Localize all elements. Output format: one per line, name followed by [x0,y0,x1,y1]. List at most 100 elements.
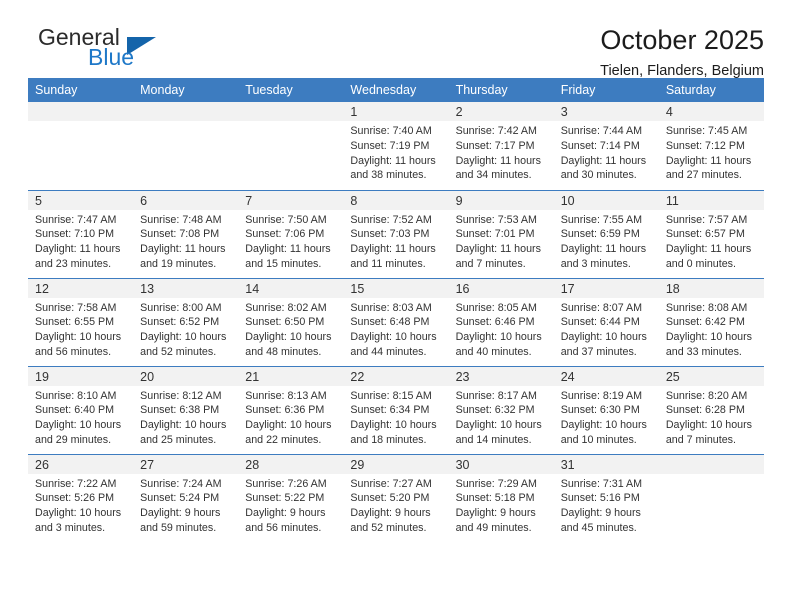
calendar-day-cell[interactable]: 15 Sunrise: 8:03 AM Sunset: 6:48 PM Dayligh… [343,277,449,366]
calendar-day-cell[interactable]: 22 Sunrise: 8:15 AM Sunset: 6:34 PM Dayligh… [343,365,449,454]
sunset-text: Sunset: 5:20 PM [350,492,430,505]
daylight-text: Daylight: 9 hours and 49 minutes. [455,507,536,534]
sunset-text: Sunset: 7:01 PM [455,228,535,241]
day-number: 8 [343,190,449,210]
sunset-text: Sunset: 7:12 PM [665,139,745,152]
sunrise-text: Sunrise: 7:47 AM [35,213,117,226]
day-sun-info: Sunrise: 7:44 AM Sunset: 7:14 PM Daylight:… [554,121,659,183]
day-number: 19 [28,366,134,386]
calendar-week-row: 19 Sunrise: 8:10 AM Sunset: 6:40 PM Dayligh… [28,365,764,454]
calendar-day-cell[interactable]: 29 Sunrise: 7:27 AM Sunset: 5:20 PM Dayligh… [343,453,449,542]
day-sun-info: Sunrise: 8:08 AM Sunset: 6:42 PM Daylight:… [659,298,764,360]
weekday-header-thursday: Thursday [448,78,554,102]
calendar-day-cell-empty [28,102,134,190]
page-header: General Blue October 2025 Tielen, Flande… [28,0,764,80]
day-sun-info: Sunrise: 7:48 AM Sunset: 7:08 PM Daylight:… [133,210,238,272]
calendar-day-cell[interactable]: 27 Sunrise: 7:24 AM Sunset: 5:24 PM Dayligh… [133,453,239,542]
calendar-day-cell[interactable]: 12 Sunrise: 7:58 AM Sunset: 6:55 PM Dayligh… [28,277,134,366]
day-sun-info: Sunrise: 7:55 AM Sunset: 6:59 PM Daylight:… [554,210,659,272]
day-sun-info: Sunrise: 8:17 AM Sunset: 6:32 PM Daylight:… [449,386,554,448]
day-number: 9 [448,190,554,210]
calendar-day-cell[interactable]: 23 Sunrise: 8:17 AM Sunset: 6:32 PM Dayligh… [448,365,554,454]
day-sun-info: Sunrise: 8:15 AM Sunset: 6:34 PM Daylight:… [343,386,448,448]
calendar-day-cell[interactable]: 31 Sunrise: 7:31 AM Sunset: 5:16 PM Dayligh… [553,453,659,542]
day-sun-info: Sunrise: 7:52 AM Sunset: 7:03 PM Daylight:… [343,210,448,272]
day-number: 20 [133,366,239,386]
calendar-day-cell[interactable]: 28 Sunrise: 7:26 AM Sunset: 5:22 PM Dayligh… [238,453,344,542]
day-sun-info: Sunrise: 8:19 AM Sunset: 6:30 PM Daylight:… [554,386,659,448]
page-subtitle: Tielen, Flanders, Belgium [600,63,764,80]
calendar-day-cell[interactable]: 3 Sunrise: 7:44 AM Sunset: 7:14 PM Daylight… [553,102,659,190]
sunrise-text: Sunrise: 7:52 AM [350,213,432,226]
day-number: 21 [238,366,344,386]
day-number [238,102,344,121]
calendar-day-cell[interactable]: 21 Sunrise: 8:13 AM Sunset: 6:36 PM Dayligh… [238,365,344,454]
day-number: 23 [448,366,554,386]
title-block: October 2025 Tielen, Flanders, Belgium [600,26,764,80]
day-number: 10 [553,190,659,210]
sunset-text: Sunset: 6:50 PM [245,316,325,329]
calendar-day-cell[interactable]: 19 Sunrise: 8:10 AM Sunset: 6:40 PM Dayligh… [28,365,134,454]
calendar-day-cell[interactable]: 7 Sunrise: 7:50 AM Sunset: 7:06 PM Daylight… [238,189,344,278]
day-number: 11 [658,190,764,210]
day-sun-info: Sunrise: 8:10 AM Sunset: 6:40 PM Daylight:… [28,386,133,448]
sunset-text: Sunset: 6:48 PM [350,316,430,329]
calendar-day-cell[interactable]: 24 Sunrise: 8:19 AM Sunset: 6:30 PM Dayligh… [553,365,659,454]
daylight-text: Daylight: 10 hours and 14 minutes. [455,419,542,446]
calendar-day-cell[interactable]: 17 Sunrise: 8:07 AM Sunset: 6:44 PM Dayligh… [553,277,659,366]
daylight-text: Daylight: 9 hours and 56 minutes. [245,507,326,534]
day-number: 27 [133,454,239,474]
day-number: 1 [343,102,449,121]
calendar-day-cell[interactable]: 26 Sunrise: 7:22 AM Sunset: 5:26 PM Dayligh… [28,453,134,542]
sunrise-text: Sunrise: 8:02 AM [245,301,327,314]
daylight-text: Daylight: 11 hours and 34 minutes. [455,154,541,182]
sunrise-text: Sunrise: 7:55 AM [560,213,643,226]
calendar-day-cell[interactable]: 25 Sunrise: 8:20 AM Sunset: 6:28 PM Dayligh… [658,365,764,454]
sunset-text: Sunset: 6:36 PM [245,404,325,417]
calendar-day-cell[interactable]: 11 Sunrise: 7:57 AM Sunset: 6:57 PM Dayligh… [658,189,764,278]
day-sun-info: Sunrise: 7:58 AM Sunset: 6:55 PM Daylight:… [28,298,133,360]
sunset-text: Sunset: 5:18 PM [455,492,535,505]
calendar-day-cell-empty [238,102,344,190]
sunset-text: Sunset: 6:32 PM [455,404,535,417]
calendar-day-cell[interactable]: 14 Sunrise: 8:02 AM Sunset: 6:50 PM Dayligh… [238,277,344,366]
daylight-text: Daylight: 10 hours and 10 minutes. [560,419,647,446]
sunrise-text: Sunrise: 7:27 AM [350,477,432,490]
calendar-day-cell[interactable]: 13 Sunrise: 8:00 AM Sunset: 6:52 PM Dayligh… [133,277,239,366]
daylight-text: Daylight: 11 hours and 30 minutes. [560,154,647,182]
sunrise-text: Sunrise: 7:29 AM [455,477,537,490]
calendar-day-cell[interactable]: 5 Sunrise: 7:47 AM Sunset: 7:10 PM Daylight… [28,189,134,278]
daylight-text: Daylight: 11 hours and 0 minutes. [665,243,752,270]
calendar-day-cell[interactable]: 8 Sunrise: 7:52 AM Sunset: 7:03 PM Daylight… [343,189,449,278]
sunrise-text: Sunrise: 7:50 AM [245,213,327,226]
day-number [658,454,764,474]
calendar-day-cell[interactable]: 9 Sunrise: 7:53 AM Sunset: 7:01 PM Daylight… [448,189,554,278]
calendar-day-cell[interactable]: 2 Sunrise: 7:42 AM Sunset: 7:17 PM Daylight… [448,102,554,190]
day-sun-info: Sunrise: 8:05 AM Sunset: 6:46 PM Daylight:… [449,298,554,360]
calendar-day-cell[interactable]: 18 Sunrise: 8:08 AM Sunset: 6:42 PM Dayligh… [658,277,764,366]
calendar-day-cell[interactable]: 1 Sunrise: 7:40 AM Sunset: 7:19 PM Daylight… [343,102,449,190]
sunset-text: Sunset: 7:17 PM [455,139,535,152]
day-number: 7 [238,190,344,210]
general-blue-logo[interactable]: General Blue [28,26,208,72]
sunrise-text: Sunrise: 7:26 AM [245,477,327,490]
day-number: 5 [28,190,134,210]
daylight-text: Daylight: 10 hours and 40 minutes. [455,331,542,358]
sunrise-text: Sunrise: 8:00 AM [140,301,222,314]
calendar-day-cell[interactable]: 20 Sunrise: 8:12 AM Sunset: 6:38 PM Dayligh… [133,365,239,454]
sunrise-text: Sunrise: 8:17 AM [455,389,537,402]
sunset-text: Sunset: 5:16 PM [560,492,640,505]
calendar-day-cell[interactable]: 6 Sunrise: 7:48 AM Sunset: 7:08 PM Daylight… [133,189,239,278]
daylight-text: Daylight: 10 hours and 44 minutes. [350,331,437,358]
sunrise-text: Sunrise: 7:22 AM [35,477,117,490]
calendar-week-row: 12 Sunrise: 7:58 AM Sunset: 6:55 PM Dayligh… [28,277,764,366]
sunrise-sunset-calendar: Sunday Monday Tuesday Wednesday Thursday… [28,78,764,542]
sunset-text: Sunset: 6:52 PM [140,316,220,329]
day-number: 17 [553,278,659,298]
calendar-day-cell[interactable]: 4 Sunrise: 7:45 AM Sunset: 7:12 PM Daylight… [658,102,764,190]
calendar-day-cell[interactable]: 10 Sunrise: 7:55 AM Sunset: 6:59 PM Dayligh… [553,189,659,278]
sunset-text: Sunset: 6:46 PM [455,316,535,329]
calendar-day-cell[interactable]: 30 Sunrise: 7:29 AM Sunset: 5:18 PM Dayligh… [448,453,554,542]
sunset-text: Sunset: 7:10 PM [35,228,115,241]
calendar-day-cell[interactable]: 16 Sunrise: 8:05 AM Sunset: 6:46 PM Dayligh… [448,277,554,366]
